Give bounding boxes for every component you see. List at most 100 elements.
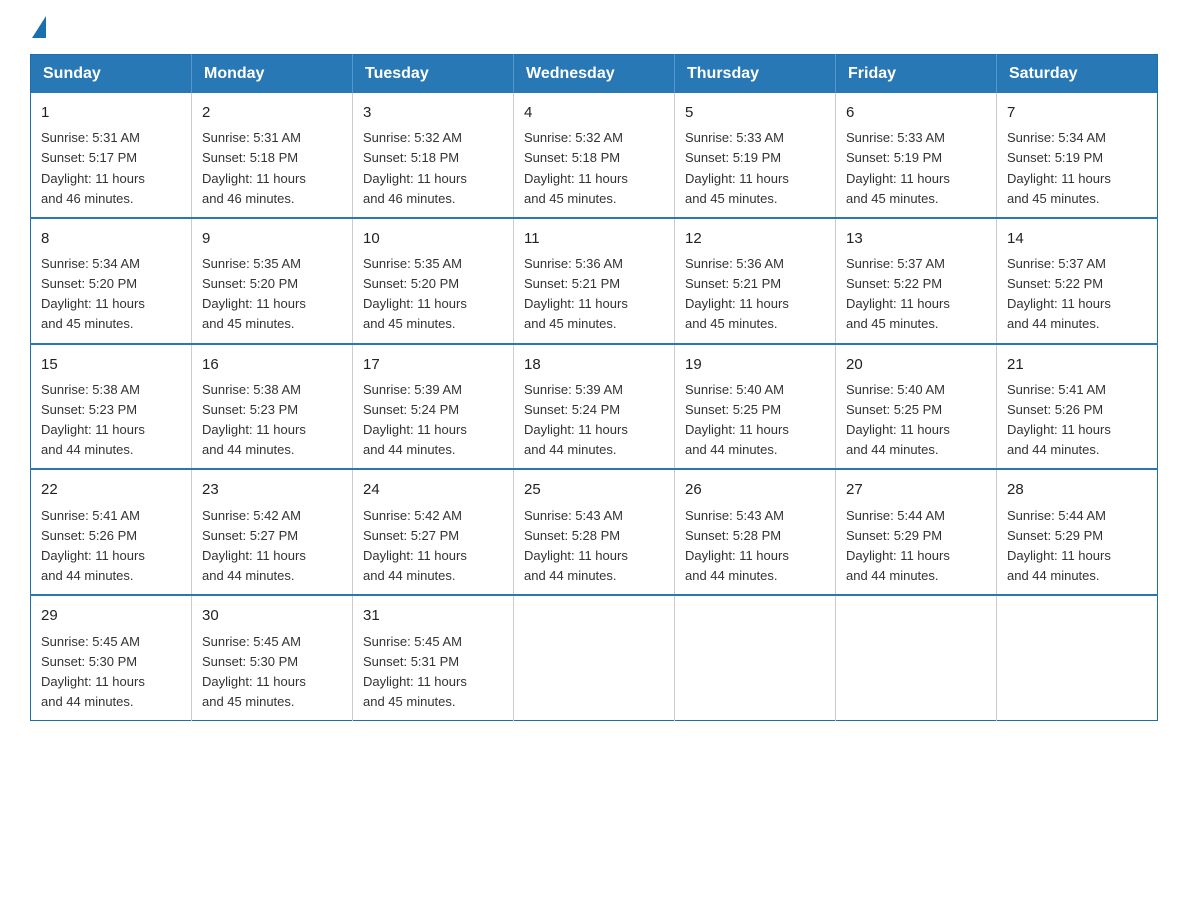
- day-info: Sunrise: 5:38 AMSunset: 5:23 PMDaylight:…: [202, 380, 342, 461]
- day-info: Sunrise: 5:36 AMSunset: 5:21 PMDaylight:…: [685, 254, 825, 335]
- day-number: 15: [41, 353, 181, 376]
- calendar-week-row: 15 Sunrise: 5:38 AMSunset: 5:23 PMDaylig…: [31, 344, 1158, 470]
- day-info: Sunrise: 5:42 AMSunset: 5:27 PMDaylight:…: [363, 506, 503, 587]
- day-number: 4: [524, 101, 664, 124]
- calendar-day-cell: 23 Sunrise: 5:42 AMSunset: 5:27 PMDaylig…: [192, 469, 353, 595]
- header-thursday: Thursday: [675, 55, 836, 94]
- calendar-day-cell: 17 Sunrise: 5:39 AMSunset: 5:24 PMDaylig…: [353, 344, 514, 470]
- day-number: 25: [524, 478, 664, 501]
- day-number: 10: [363, 227, 503, 250]
- day-info: Sunrise: 5:34 AMSunset: 5:19 PMDaylight:…: [1007, 128, 1147, 209]
- calendar-day-cell: [836, 595, 997, 720]
- day-number: 13: [846, 227, 986, 250]
- day-number: 6: [846, 101, 986, 124]
- day-info: Sunrise: 5:31 AMSunset: 5:18 PMDaylight:…: [202, 128, 342, 209]
- day-number: 5: [685, 101, 825, 124]
- day-number: 30: [202, 604, 342, 627]
- day-info: Sunrise: 5:45 AMSunset: 5:31 PMDaylight:…: [363, 632, 503, 713]
- day-number: 16: [202, 353, 342, 376]
- day-info: Sunrise: 5:41 AMSunset: 5:26 PMDaylight:…: [1007, 380, 1147, 461]
- calendar-header-row: SundayMondayTuesdayWednesdayThursdayFrid…: [31, 55, 1158, 94]
- calendar-day-cell: 16 Sunrise: 5:38 AMSunset: 5:23 PMDaylig…: [192, 344, 353, 470]
- logo-triangle-icon: [32, 16, 46, 38]
- day-info: Sunrise: 5:45 AMSunset: 5:30 PMDaylight:…: [41, 632, 181, 713]
- header-saturday: Saturday: [997, 55, 1158, 94]
- calendar-day-cell: 31 Sunrise: 5:45 AMSunset: 5:31 PMDaylig…: [353, 595, 514, 720]
- day-number: 26: [685, 478, 825, 501]
- day-info: Sunrise: 5:35 AMSunset: 5:20 PMDaylight:…: [363, 254, 503, 335]
- day-number: 11: [524, 227, 664, 250]
- day-number: 18: [524, 353, 664, 376]
- day-number: 29: [41, 604, 181, 627]
- logo: [30, 20, 46, 34]
- calendar-day-cell: 24 Sunrise: 5:42 AMSunset: 5:27 PMDaylig…: [353, 469, 514, 595]
- day-info: Sunrise: 5:43 AMSunset: 5:28 PMDaylight:…: [685, 506, 825, 587]
- day-info: Sunrise: 5:31 AMSunset: 5:17 PMDaylight:…: [41, 128, 181, 209]
- day-info: Sunrise: 5:32 AMSunset: 5:18 PMDaylight:…: [363, 128, 503, 209]
- day-info: Sunrise: 5:39 AMSunset: 5:24 PMDaylight:…: [363, 380, 503, 461]
- day-info: Sunrise: 5:37 AMSunset: 5:22 PMDaylight:…: [846, 254, 986, 335]
- header-monday: Monday: [192, 55, 353, 94]
- calendar-day-cell: 30 Sunrise: 5:45 AMSunset: 5:30 PMDaylig…: [192, 595, 353, 720]
- day-number: 23: [202, 478, 342, 501]
- calendar-week-row: 1 Sunrise: 5:31 AMSunset: 5:17 PMDayligh…: [31, 93, 1158, 218]
- header-sunday: Sunday: [31, 55, 192, 94]
- calendar-day-cell: 12 Sunrise: 5:36 AMSunset: 5:21 PMDaylig…: [675, 218, 836, 344]
- page-header: [30, 20, 1158, 34]
- day-number: 24: [363, 478, 503, 501]
- calendar-day-cell: 22 Sunrise: 5:41 AMSunset: 5:26 PMDaylig…: [31, 469, 192, 595]
- calendar-day-cell: 9 Sunrise: 5:35 AMSunset: 5:20 PMDayligh…: [192, 218, 353, 344]
- calendar-day-cell: [997, 595, 1158, 720]
- day-info: Sunrise: 5:44 AMSunset: 5:29 PMDaylight:…: [1007, 506, 1147, 587]
- calendar-day-cell: 6 Sunrise: 5:33 AMSunset: 5:19 PMDayligh…: [836, 93, 997, 218]
- day-info: Sunrise: 5:41 AMSunset: 5:26 PMDaylight:…: [41, 506, 181, 587]
- day-info: Sunrise: 5:33 AMSunset: 5:19 PMDaylight:…: [846, 128, 986, 209]
- calendar-day-cell: 25 Sunrise: 5:43 AMSunset: 5:28 PMDaylig…: [514, 469, 675, 595]
- calendar-day-cell: 15 Sunrise: 5:38 AMSunset: 5:23 PMDaylig…: [31, 344, 192, 470]
- day-number: 14: [1007, 227, 1147, 250]
- day-number: 8: [41, 227, 181, 250]
- calendar-day-cell: 20 Sunrise: 5:40 AMSunset: 5:25 PMDaylig…: [836, 344, 997, 470]
- day-number: 31: [363, 604, 503, 627]
- calendar-day-cell: 26 Sunrise: 5:43 AMSunset: 5:28 PMDaylig…: [675, 469, 836, 595]
- day-number: 19: [685, 353, 825, 376]
- header-tuesday: Tuesday: [353, 55, 514, 94]
- calendar-day-cell: 11 Sunrise: 5:36 AMSunset: 5:21 PMDaylig…: [514, 218, 675, 344]
- calendar-week-row: 22 Sunrise: 5:41 AMSunset: 5:26 PMDaylig…: [31, 469, 1158, 595]
- header-wednesday: Wednesday: [514, 55, 675, 94]
- calendar-table: SundayMondayTuesdayWednesdayThursdayFrid…: [30, 54, 1158, 721]
- calendar-day-cell: 5 Sunrise: 5:33 AMSunset: 5:19 PMDayligh…: [675, 93, 836, 218]
- day-info: Sunrise: 5:40 AMSunset: 5:25 PMDaylight:…: [846, 380, 986, 461]
- day-number: 20: [846, 353, 986, 376]
- calendar-day-cell: [675, 595, 836, 720]
- calendar-day-cell: 13 Sunrise: 5:37 AMSunset: 5:22 PMDaylig…: [836, 218, 997, 344]
- calendar-day-cell: 4 Sunrise: 5:32 AMSunset: 5:18 PMDayligh…: [514, 93, 675, 218]
- calendar-day-cell: 8 Sunrise: 5:34 AMSunset: 5:20 PMDayligh…: [31, 218, 192, 344]
- calendar-day-cell: 29 Sunrise: 5:45 AMSunset: 5:30 PMDaylig…: [31, 595, 192, 720]
- day-info: Sunrise: 5:38 AMSunset: 5:23 PMDaylight:…: [41, 380, 181, 461]
- calendar-week-row: 29 Sunrise: 5:45 AMSunset: 5:30 PMDaylig…: [31, 595, 1158, 720]
- day-info: Sunrise: 5:36 AMSunset: 5:21 PMDaylight:…: [524, 254, 664, 335]
- day-number: 2: [202, 101, 342, 124]
- day-number: 22: [41, 478, 181, 501]
- day-number: 3: [363, 101, 503, 124]
- calendar-day-cell: 7 Sunrise: 5:34 AMSunset: 5:19 PMDayligh…: [997, 93, 1158, 218]
- day-info: Sunrise: 5:42 AMSunset: 5:27 PMDaylight:…: [202, 506, 342, 587]
- day-info: Sunrise: 5:33 AMSunset: 5:19 PMDaylight:…: [685, 128, 825, 209]
- day-info: Sunrise: 5:40 AMSunset: 5:25 PMDaylight:…: [685, 380, 825, 461]
- calendar-day-cell: 10 Sunrise: 5:35 AMSunset: 5:20 PMDaylig…: [353, 218, 514, 344]
- calendar-day-cell: [514, 595, 675, 720]
- day-number: 27: [846, 478, 986, 501]
- calendar-day-cell: 21 Sunrise: 5:41 AMSunset: 5:26 PMDaylig…: [997, 344, 1158, 470]
- day-number: 9: [202, 227, 342, 250]
- day-number: 28: [1007, 478, 1147, 501]
- day-info: Sunrise: 5:43 AMSunset: 5:28 PMDaylight:…: [524, 506, 664, 587]
- day-info: Sunrise: 5:44 AMSunset: 5:29 PMDaylight:…: [846, 506, 986, 587]
- day-info: Sunrise: 5:39 AMSunset: 5:24 PMDaylight:…: [524, 380, 664, 461]
- calendar-day-cell: 3 Sunrise: 5:32 AMSunset: 5:18 PMDayligh…: [353, 93, 514, 218]
- day-info: Sunrise: 5:45 AMSunset: 5:30 PMDaylight:…: [202, 632, 342, 713]
- day-number: 17: [363, 353, 503, 376]
- day-number: 1: [41, 101, 181, 124]
- day-info: Sunrise: 5:37 AMSunset: 5:22 PMDaylight:…: [1007, 254, 1147, 335]
- calendar-day-cell: 28 Sunrise: 5:44 AMSunset: 5:29 PMDaylig…: [997, 469, 1158, 595]
